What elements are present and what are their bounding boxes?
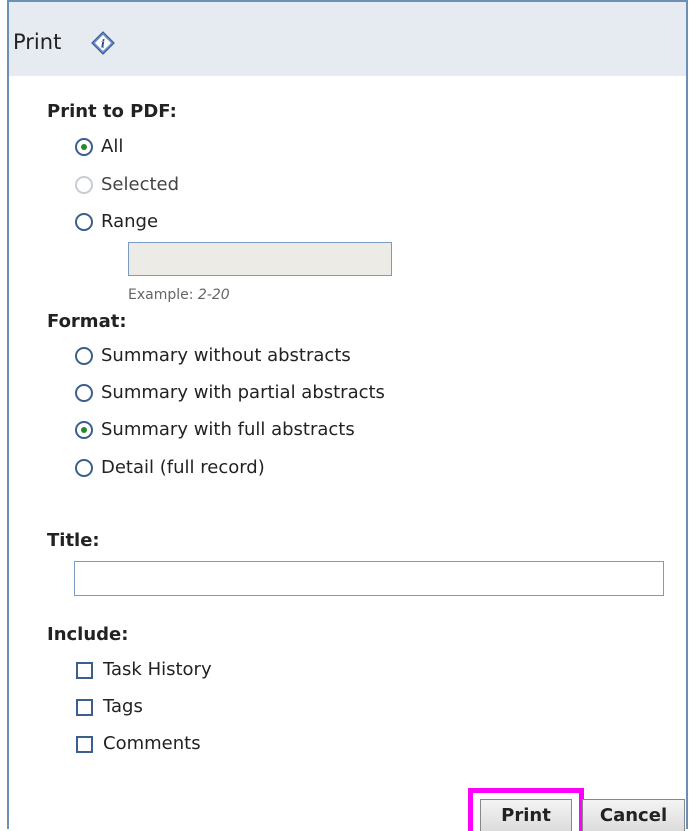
format-summary-no-abstracts[interactable]: Summary without abstracts <box>75 343 351 369</box>
format-option-label: Summary with partial abstracts <box>101 382 385 403</box>
format-summary-partial-abstracts[interactable]: Summary with partial abstracts <box>75 380 385 406</box>
checkbox-comments[interactable] <box>76 735 93 753</box>
radio-summary-full-abstracts[interactable] <box>75 421 93 439</box>
radio-range[interactable] <box>75 213 93 231</box>
checkbox-tags[interactable] <box>76 698 93 716</box>
include-label: Include: <box>47 624 129 645</box>
include-comments[interactable]: Comments <box>76 731 201 757</box>
format-summary-full-abstracts[interactable]: Summary with full abstracts <box>75 417 355 443</box>
include-option-label: Comments <box>103 733 201 754</box>
range-example: Example: 2-20 <box>128 287 230 303</box>
format-option-label: Detail (full record) <box>101 457 265 478</box>
format-label: Format: <box>47 311 127 332</box>
info-icon[interactable]: i <box>91 31 115 55</box>
dialog-title: Print <box>13 30 62 54</box>
print-range-option[interactable]: Range <box>75 209 158 235</box>
radio-all[interactable] <box>75 138 93 156</box>
radio-summary-partial-abstracts[interactable] <box>75 384 93 402</box>
radio-detail-full-record[interactable] <box>75 459 93 477</box>
radio-range-label: Range <box>101 211 159 232</box>
range-example-value: 2-20 <box>197 287 230 303</box>
include-option-label: Tags <box>103 696 143 717</box>
format-option-label: Summary with full abstracts <box>101 419 355 440</box>
print-selected-option: Selected <box>75 172 179 198</box>
include-tags[interactable]: Tags <box>76 694 143 720</box>
format-detail-full-record[interactable]: Detail (full record) <box>75 455 265 481</box>
title-input[interactable] <box>74 561 664 596</box>
radio-selected-label: Selected <box>101 174 180 195</box>
range-input[interactable] <box>128 242 392 276</box>
print-dialog: Print i Print to PDF: All Selected Range… <box>7 0 688 831</box>
title-field-label: Title: <box>47 530 100 551</box>
include-option-label: Task History <box>103 659 212 680</box>
include-task-history[interactable]: Task History <box>76 657 212 683</box>
range-example-prefix: Example: <box>128 287 198 303</box>
print-to-pdf-label: Print to PDF: <box>47 101 177 122</box>
checkbox-task-history[interactable] <box>76 661 93 679</box>
radio-all-label: All <box>101 136 124 157</box>
cancel-button[interactable]: Cancel <box>582 799 685 831</box>
print-all-option[interactable]: All <box>75 134 123 160</box>
svg-text:i: i <box>101 38 105 51</box>
radio-summary-no-abstracts[interactable] <box>75 347 93 365</box>
dialog-titlebar: Print i <box>9 2 686 76</box>
radio-selected <box>75 176 93 194</box>
print-button[interactable]: Print <box>480 799 572 831</box>
format-option-label: Summary without abstracts <box>101 345 351 366</box>
